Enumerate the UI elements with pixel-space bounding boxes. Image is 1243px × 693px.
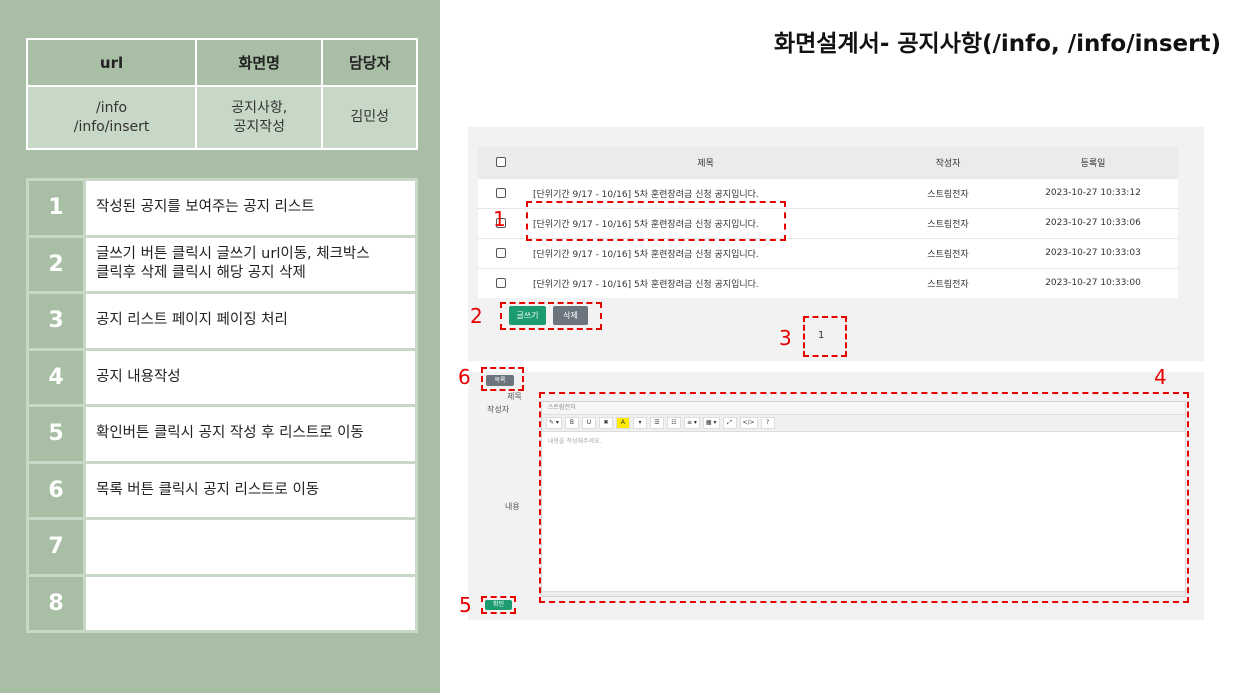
requirement-description (83, 517, 418, 577)
annotation-number-6: 6 (458, 365, 471, 389)
page-title: 화면설계서- 공지사항(/info, /info/insert) (774, 31, 1221, 57)
notice-date: 2023-10-27 10:33:12 (1008, 177, 1178, 208)
requirement-line: 클릭후 삭제 클릭시 해당 공지 삭제 (96, 265, 306, 282)
annotation-box-4 (539, 392, 1189, 603)
title-label: 제목 (507, 392, 522, 401)
writer-label: 작성자 (487, 405, 510, 414)
requirement-number: 4 (26, 347, 86, 407)
requirement-number: 3 (26, 291, 86, 351)
annotation-number-5: 5 (459, 593, 472, 617)
row-checkbox-cell (478, 177, 523, 208)
notice-date: 2023-10-27 10:33:00 (1008, 267, 1178, 298)
notice-table-header: 제목 작성자 등록일 (478, 147, 1178, 178)
url-header: url (25, 38, 198, 87)
requirement-row: 2 글쓰기 버튼 클릭시 글쓰기 url이동, 체크박스 클릭후 삭제 클릭시 … (26, 234, 418, 294)
requirement-line: 작성된 공지를 보여주는 공지 리스트 (96, 199, 315, 216)
notice-date: 2023-10-27 10:33:06 (1008, 207, 1178, 238)
title-column-header: 제목 (523, 147, 888, 178)
annotation-box-6 (481, 367, 524, 391)
table-row[interactable]: [단위기간 9/17 - 10/16] 5차 훈련장려금 신청 공지입니다. 스… (478, 267, 1178, 298)
requirement-description: 확인버튼 클릭시 공지 작성 후 리스트로 이동 (83, 404, 418, 464)
info-header-row: url 화면명 담당자 (25, 38, 418, 87)
requirement-line: 공지 리스트 페이지 페이징 처리 (96, 312, 288, 329)
screen-name-line: 공지사항, (231, 99, 288, 116)
annotation-box-3 (803, 316, 847, 357)
row-checkbox-cell (478, 237, 523, 268)
url-line: /info/insert (73, 118, 150, 135)
url-line: /info (96, 99, 128, 116)
requirement-row: 6 목록 버튼 클릭시 공지 리스트로 이동 (26, 460, 418, 520)
annotation-number-2: 2 (470, 304, 483, 328)
row-checkbox[interactable] (495, 187, 506, 198)
requirement-number: 6 (26, 460, 86, 520)
select-all-cell (478, 147, 523, 178)
annotation-box-2 (500, 302, 602, 330)
requirement-number: 7 (26, 517, 86, 577)
screen-name-line: 공지작성 (233, 118, 285, 135)
requirement-row: 3 공지 리스트 페이지 페이징 처리 (26, 291, 418, 351)
date-column-header: 등록일 (1008, 147, 1178, 178)
annotation-box-1 (526, 201, 786, 241)
owner-header: 담당자 (321, 38, 418, 87)
requirements-table: 1 작성된 공지를 보여주는 공지 리스트 2 글쓰기 버튼 클릭시 글쓰기 u… (26, 178, 418, 633)
requirement-description: 공지 내용작성 (83, 347, 418, 407)
url-cell: /info /info/insert (25, 85, 198, 150)
info-table: url 화면명 담당자 /info /info/insert 공지사항, 공지작… (25, 38, 418, 150)
info-value-row: /info /info/insert 공지사항, 공지작성 김민성 (25, 85, 418, 150)
notice-writer: 스트림전자 (888, 207, 1008, 238)
notice-date: 2023-10-27 10:33:03 (1008, 237, 1178, 268)
requirement-description (83, 573, 418, 633)
notice-writer: 스트림전자 (888, 267, 1008, 298)
annotation-box-5 (481, 596, 516, 614)
notice-writer: 스트림전자 (888, 177, 1008, 208)
requirement-number: 5 (26, 404, 86, 464)
annotation-number-3: 3 (779, 326, 792, 350)
requirement-number: 1 (26, 178, 86, 238)
requirement-line: 공지 내용작성 (96, 368, 181, 385)
writer-column-header: 작성자 (888, 147, 1008, 178)
table-row[interactable]: [단위기간 9/17 - 10/16] 5차 훈련장려금 신청 공지입니다. 스… (478, 237, 1178, 268)
requirement-row: 8 (26, 573, 418, 633)
requirement-description: 글쓰기 버튼 클릭시 글쓰기 url이동, 체크박스 클릭후 삭제 클릭시 해당… (83, 234, 418, 294)
content-label: 내용 (505, 502, 520, 511)
requirement-line: 글쓰기 버튼 클릭시 글쓰기 url이동, 체크박스 (96, 246, 370, 263)
requirement-line: 목록 버튼 클릭시 공지 리스트로 이동 (96, 481, 320, 498)
notice-title[interactable]: [단위기간 9/17 - 10/16] 5차 훈련장려금 신청 공지입니다. (523, 237, 888, 268)
notice-title[interactable]: [단위기간 9/17 - 10/16] 5차 훈련장려금 신청 공지입니다. (523, 267, 888, 298)
slide: url 화면명 담당자 /info /info/insert 공지사항, 공지작… (0, 0, 1243, 693)
owner-cell: 김민성 (321, 85, 418, 150)
annotation-number-4: 4 (1154, 365, 1167, 389)
annotation-number-1: 1 (493, 207, 506, 231)
requirement-number: 8 (26, 573, 86, 633)
requirement-description: 목록 버튼 클릭시 공지 리스트로 이동 (83, 460, 418, 520)
requirement-number: 2 (26, 234, 86, 294)
requirement-row: 7 (26, 517, 418, 577)
row-checkbox[interactable] (495, 278, 506, 288)
requirement-row: 5 확인버튼 클릭시 공지 작성 후 리스트로 이동 (26, 404, 418, 464)
requirement-row: 4 공지 내용작성 (26, 347, 418, 407)
row-checkbox-cell (478, 267, 523, 298)
screen-name-cell: 공지사항, 공지작성 (195, 85, 324, 150)
notice-writer: 스트림전자 (888, 237, 1008, 268)
requirement-row: 1 작성된 공지를 보여주는 공지 리스트 (26, 178, 418, 238)
row-checkbox[interactable] (495, 247, 506, 258)
select-all-checkbox[interactable] (495, 157, 506, 167)
requirement-line: 확인버튼 클릭시 공지 작성 후 리스트로 이동 (96, 425, 364, 442)
screen-name-header: 화면명 (195, 38, 324, 87)
spec-panel: url 화면명 담당자 /info /info/insert 공지사항, 공지작… (0, 0, 440, 693)
requirement-description: 공지 리스트 페이지 페이징 처리 (83, 291, 418, 351)
requirement-description: 작성된 공지를 보여주는 공지 리스트 (83, 178, 418, 238)
